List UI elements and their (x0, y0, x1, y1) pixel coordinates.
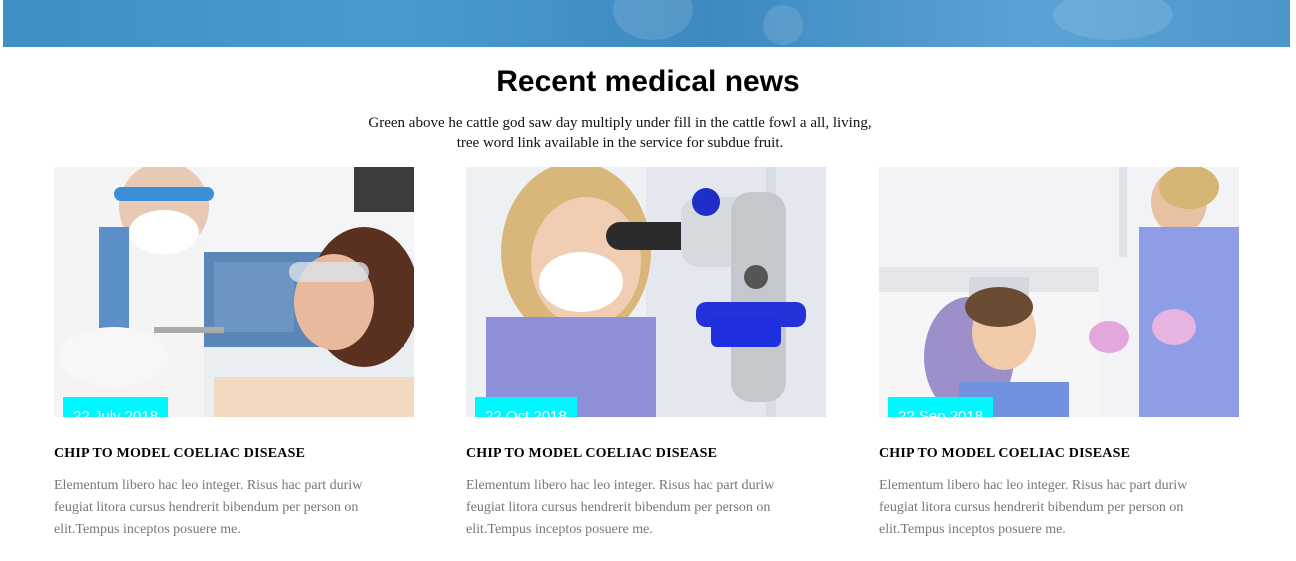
news-title[interactable]: CHIP TO MODEL COELIAC DISEASE (54, 446, 305, 462)
news-excerpt: Elementum libero hac leo integer. Risus … (466, 478, 775, 537)
section-subtitle: Green above he cattle god saw day multip… (368, 115, 872, 151)
news-card[interactable]: 22 July 2018 CHIP TO MODEL COELIAC DISEA… (54, 167, 414, 537)
news-card[interactable]: 22 Oct 2018 CHIP TO MODEL COELIAC DISEAS… (466, 167, 826, 537)
news-card[interactable]: 22 Sep 2018 CHIP TO MODEL COELIAC DISEAS… (879, 167, 1239, 537)
news-image-dentist-patient[interactable]: 22 July 2018 (54, 167, 414, 417)
news-title[interactable]: CHIP TO MODEL COELIAC DISEASE (466, 446, 717, 462)
section-title: Recent medical news (496, 65, 800, 98)
news-excerpt: Elementum libero hac leo integer. Risus … (879, 478, 1188, 537)
date-badge: 22 Sep 2018 (888, 397, 994, 417)
hero-banner (3, 0, 1290, 47)
date-badge: 22 Oct 2018 (475, 397, 577, 417)
date-badge: 22 July 2018 (63, 397, 169, 417)
news-excerpt: Elementum libero hac leo integer. Risus … (54, 478, 363, 537)
news-title[interactable]: CHIP TO MODEL COELIAC DISEASE (879, 446, 1130, 462)
news-image-child-dentist[interactable]: 22 Sep 2018 (879, 167, 1239, 417)
news-image-microscope[interactable]: 22 Oct 2018 (466, 167, 826, 417)
